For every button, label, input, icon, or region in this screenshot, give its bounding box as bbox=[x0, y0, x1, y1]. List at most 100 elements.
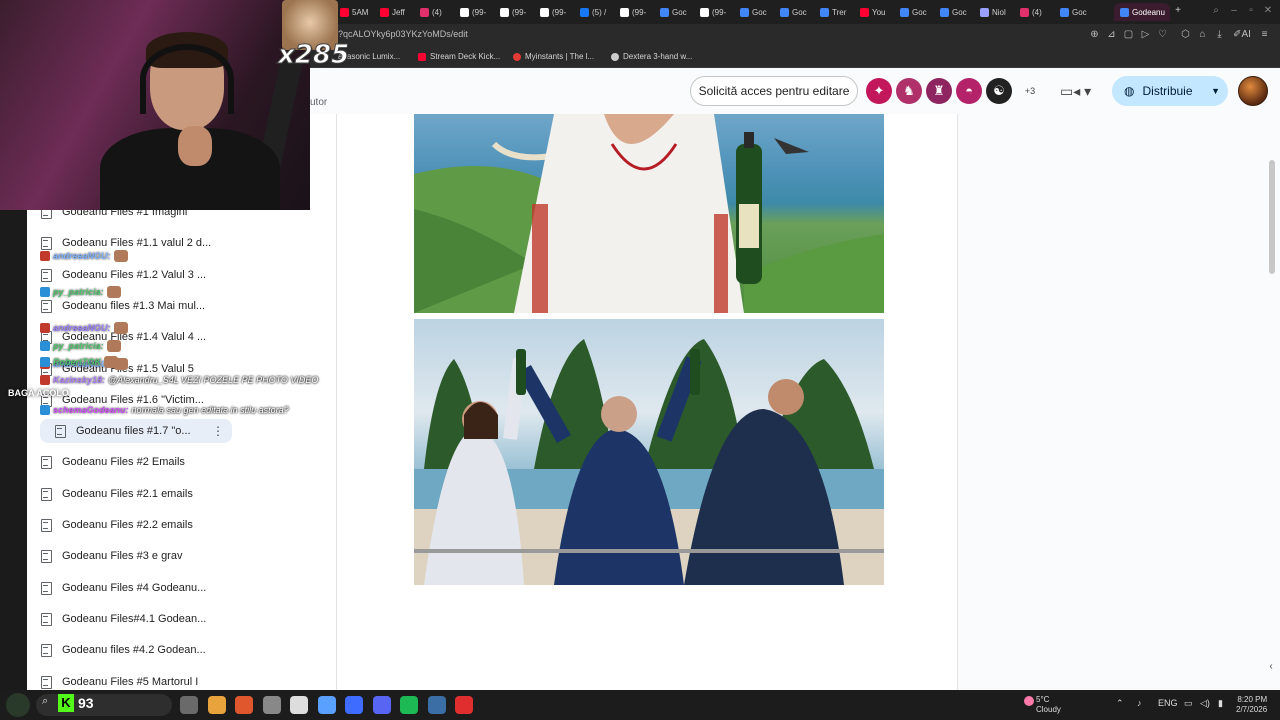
browser-tab[interactable]: Goc bbox=[1060, 3, 1096, 21]
display-icon[interactable]: ▭ bbox=[1184, 698, 1193, 709]
browser-tab[interactable]: Jeff bbox=[380, 3, 416, 21]
search-tabs-icon[interactable]: ⌕ bbox=[1210, 5, 1222, 17]
browser-tab[interactable]: (99- bbox=[540, 3, 576, 21]
viewer-avatar-icon[interactable]: ♞ bbox=[896, 78, 922, 104]
viewer-avatar-icon[interactable]: ◓ bbox=[956, 78, 982, 104]
shield-icon[interactable]: ⌂ bbox=[1196, 28, 1209, 41]
taskbar-app-icon[interactable] bbox=[455, 696, 473, 714]
chevron-left-icon[interactable]: ‹ bbox=[1264, 660, 1278, 674]
browser-tab[interactable]: 5AM bbox=[340, 3, 376, 21]
viewer-avatar-icon[interactable]: ♜ bbox=[926, 78, 952, 104]
bookmark-item[interactable]: Myinstants | The l... bbox=[513, 52, 594, 61]
chat-username: andreeaNGU: bbox=[53, 323, 111, 333]
system-clock[interactable]: 8:20 PM 2/7/2026 bbox=[1236, 695, 1267, 715]
minimize-button[interactable]: – bbox=[1228, 5, 1240, 17]
tab-favicon-icon bbox=[940, 7, 949, 17]
browser-tab[interactable]: Goc bbox=[780, 3, 816, 21]
outline-item[interactable]: Godeanu Files #2 Emails bbox=[40, 450, 270, 474]
tab-favicon-icon bbox=[780, 7, 789, 17]
taskbar-app-icon[interactable] bbox=[262, 696, 281, 714]
taskbar-app-icon[interactable] bbox=[180, 696, 198, 714]
browser-tab[interactable]: Trer bbox=[820, 3, 856, 21]
windows-search-icon[interactable]: ⌕ bbox=[42, 695, 48, 708]
play-icon[interactable]: ▷ bbox=[1139, 28, 1152, 41]
taskbar-search[interactable] bbox=[36, 694, 172, 716]
new-tab-button[interactable]: + bbox=[1172, 5, 1184, 17]
browser-tab[interactable]: (4) bbox=[420, 3, 456, 21]
browser-tab[interactable]: (99- bbox=[500, 3, 536, 21]
browser-tab[interactable]: Goc bbox=[660, 3, 696, 21]
close-button[interactable]: ✕ bbox=[1262, 5, 1274, 17]
battery-icon[interactable]: ▮ bbox=[1218, 698, 1223, 709]
kick-avatar-icon[interactable] bbox=[6, 693, 30, 717]
url-text[interactable]: ?qcALOYky6p03YKzYoMDs/edit bbox=[338, 29, 468, 39]
tab-favicon-icon bbox=[540, 7, 549, 17]
browser-tab[interactable]: Goc bbox=[940, 3, 976, 21]
tray-chevron-icon[interactable]: ⌃ bbox=[1116, 698, 1124, 709]
browser-tab[interactable]: You bbox=[860, 3, 896, 21]
taskbar-app-icon[interactable] bbox=[372, 696, 391, 714]
browser-tab[interactable]: Goc bbox=[740, 3, 776, 21]
video-call-icon[interactable]: ▭◂ ▾ bbox=[1060, 80, 1094, 102]
outline-item[interactable]: Godeanu Files#4.1 Godean... bbox=[40, 607, 270, 631]
outline-item[interactable]: Godeanu Files #1.2 Valul 3 ... bbox=[40, 263, 270, 287]
doc-icon bbox=[40, 237, 52, 251]
browser-tab[interactable]: Goc bbox=[900, 3, 936, 21]
mic-icon[interactable]: ♪ bbox=[1137, 698, 1142, 708]
ai-icon[interactable]: ✐AI bbox=[1232, 28, 1252, 41]
outline-item-label: Godeanu Files #2.2 emails bbox=[62, 519, 193, 531]
document-image-politicians[interactable] bbox=[414, 319, 884, 585]
taskbar-app-icon[interactable] bbox=[207, 696, 226, 714]
browser-tab[interactable]: (4) bbox=[1020, 3, 1056, 21]
browser-tab[interactable]: (5) / bbox=[580, 3, 616, 21]
menu-icon[interactable]: ≡ bbox=[1258, 28, 1271, 41]
browser-tab[interactable]: (99- bbox=[620, 3, 656, 21]
chat-text: @Alexandru_S4L VEZI POZELE PE PHOTO VIDE… bbox=[108, 375, 319, 385]
download-icon[interactable]: ⤓ bbox=[1213, 28, 1226, 41]
bookmark-item[interactable]: Stream Deck Kick... bbox=[418, 52, 500, 61]
outline-item[interactable]: Godeanu Files #3 e grav bbox=[40, 544, 270, 568]
tab-label: (99- bbox=[472, 7, 487, 17]
chevron-down-icon[interactable]: ▼ bbox=[1211, 86, 1220, 96]
volume-icon[interactable]: ◁) bbox=[1200, 698, 1210, 709]
bookmark-item[interactable]: Dextera 3-hand w... bbox=[611, 52, 692, 61]
outline-item[interactable]: Godeanu Files #4 Godeanu... bbox=[40, 576, 270, 600]
taskbar-app-icon[interactable] bbox=[290, 696, 308, 714]
account-avatar[interactable] bbox=[1238, 76, 1268, 106]
tab-label: (99- bbox=[632, 7, 647, 17]
more-vert-icon[interactable]: ⋮ bbox=[212, 424, 224, 438]
streamer-webcam bbox=[0, 0, 310, 210]
language-indicator[interactable]: ENG bbox=[1158, 698, 1178, 708]
dextera-icon bbox=[611, 52, 619, 61]
request-edit-access-button[interactable]: Solicită acces pentru editare bbox=[690, 76, 858, 106]
vertical-scrollbar[interactable] bbox=[1269, 160, 1275, 274]
outline-item[interactable]: Godeanu Files #2.2 emails bbox=[40, 513, 270, 537]
browser-tab[interactable]: Niol bbox=[980, 3, 1016, 21]
outline-item[interactable]: Godeanu Files #2.1 emails bbox=[40, 482, 270, 506]
weather-widget[interactable]: 5°C Cloudy bbox=[1036, 695, 1061, 715]
tab-favicon-icon bbox=[700, 7, 709, 17]
browser-tab[interactable]: (99- bbox=[700, 3, 736, 21]
viewer-avatar-icon[interactable]: ☯ bbox=[986, 78, 1012, 104]
taskbar-app-icon[interactable] bbox=[235, 696, 253, 714]
maximize-button[interactable]: ▫ bbox=[1245, 5, 1257, 17]
extension-icon[interactable]: ⬡ bbox=[1179, 28, 1192, 41]
share-button[interactable]: ◍ Distribuie ▼ bbox=[1112, 76, 1228, 106]
outline-item[interactable]: Godeanu files #4.2 Godean... bbox=[40, 638, 270, 662]
zoom-icon[interactable]: ⊕ bbox=[1088, 28, 1101, 41]
screenshot-icon[interactable]: ▢ bbox=[1122, 28, 1135, 41]
tab-favicon-icon bbox=[460, 7, 469, 17]
viewer-avatar-icon[interactable]: ✦ bbox=[866, 78, 892, 104]
outline-item[interactable]: Godeanu files #1.7 "o... ⋮ bbox=[40, 419, 232, 444]
tab-active-godeanu[interactable]: Godeanu bbox=[1114, 3, 1170, 21]
bookmark-icon[interactable]: ⊿ bbox=[1105, 28, 1118, 41]
taskbar-app-icon[interactable] bbox=[427, 696, 446, 714]
more-viewers-count[interactable]: +3 bbox=[1018, 78, 1042, 104]
taskbar-app-icon[interactable] bbox=[400, 696, 418, 714]
taskbar-app-icon[interactable] bbox=[345, 696, 363, 714]
outline-item-label: Godeanu Files #3 e grav bbox=[62, 550, 183, 563]
heart-icon[interactable]: ♡ bbox=[1156, 28, 1169, 41]
taskbar-app-icon[interactable] bbox=[317, 696, 336, 714]
document-image-woman-bottle[interactable] bbox=[414, 114, 884, 313]
browser-tab[interactable]: (99- bbox=[460, 3, 496, 21]
